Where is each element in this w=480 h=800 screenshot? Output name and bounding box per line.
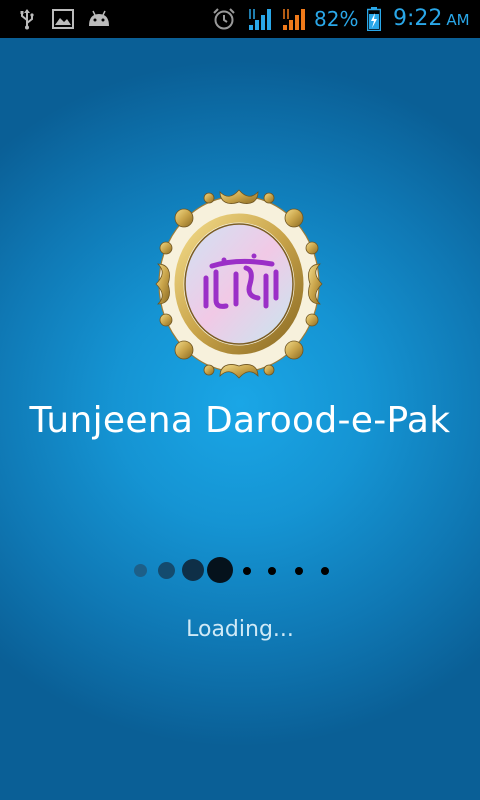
loading-dot (295, 567, 303, 575)
ornate-frame-logo-icon (154, 188, 324, 380)
loading-dot (207, 557, 233, 583)
image-icon (51, 0, 75, 38)
splash-screen: Tunjeena Darood-e-Pak Loading... (0, 38, 480, 800)
loading-dot (134, 564, 147, 577)
loading-text: Loading... (186, 617, 294, 642)
loading-dot (268, 567, 276, 575)
loading-dot (321, 567, 329, 575)
loading-dot (158, 562, 175, 579)
status-bar: 82% 9:22 AM (0, 0, 480, 38)
android-icon (86, 0, 112, 38)
alarm-icon (211, 0, 237, 38)
battery-charging-icon (366, 0, 382, 38)
loading-dot (182, 559, 204, 581)
loading-dot (243, 567, 251, 575)
loading-indicator (0, 556, 480, 586)
usb-icon (16, 0, 38, 38)
signal-icon-2 (282, 0, 308, 38)
clock-time: 9:22 (393, 6, 443, 31)
signal-icon (248, 0, 274, 38)
clock-ampm: AM (446, 11, 470, 29)
clock: 9:22 AM (393, 0, 470, 38)
battery-percent: 82% (314, 7, 359, 31)
app-title: Tunjeena Darood-e-Pak (29, 400, 451, 441)
